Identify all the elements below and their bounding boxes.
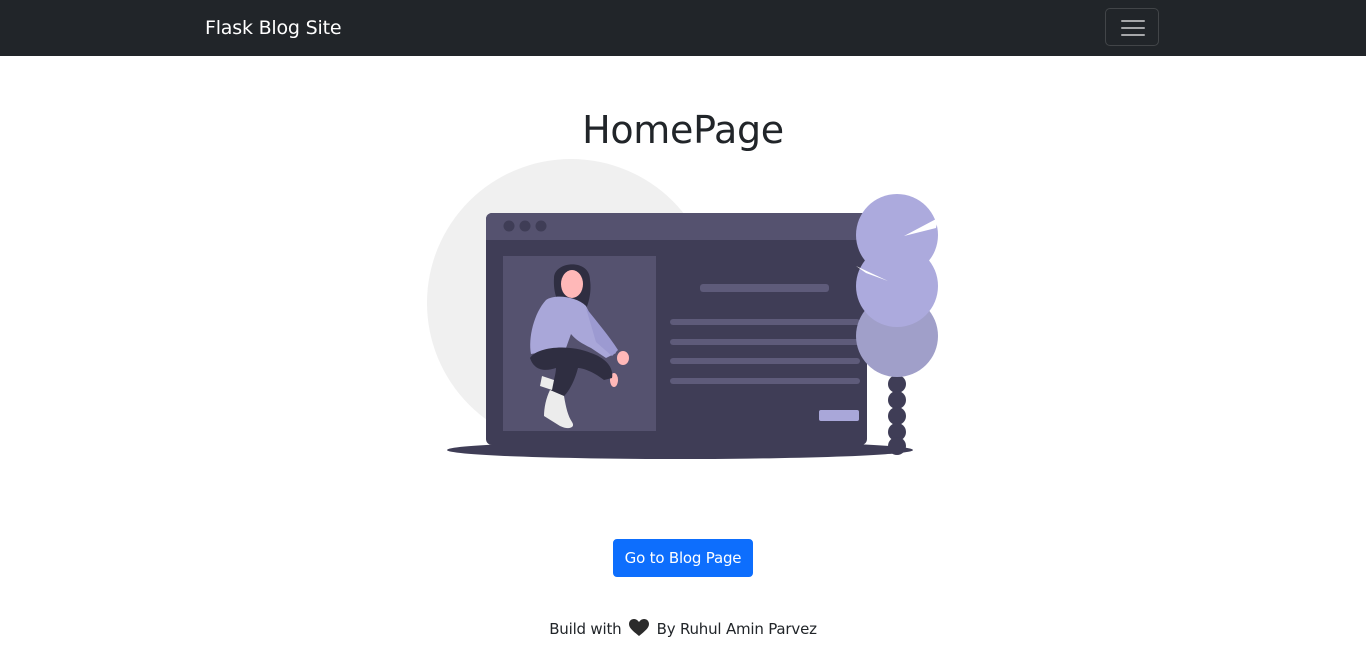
homepage-illustration [427, 159, 938, 459]
heart-icon [629, 619, 650, 636]
footer: Build with By Ruhul Amin Parvez [0, 618, 1366, 640]
footer-text-before: Build with [549, 620, 622, 638]
navbar-brand[interactable]: Flask Blog Site [205, 15, 342, 41]
tree [856, 194, 938, 455]
navbar: Flask Blog Site [0, 0, 1366, 56]
footer-text-after: By Ruhul Amin Parvez [656, 620, 817, 638]
page-title: HomePage [582, 108, 784, 152]
navbar-toggle-button[interactable] [1105, 8, 1159, 46]
go-to-blog-button[interactable]: Go to Blog Page [613, 539, 753, 577]
